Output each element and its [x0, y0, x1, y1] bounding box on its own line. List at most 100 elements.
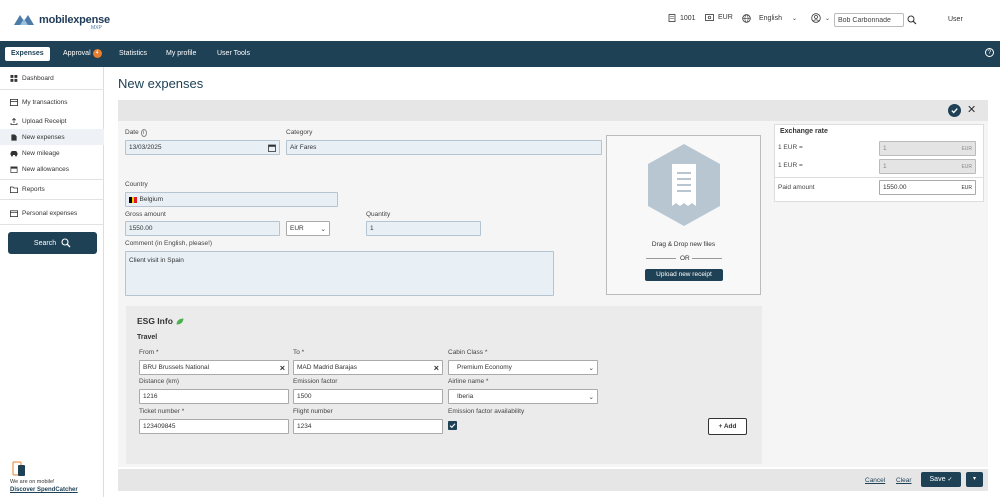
currency-value: EUR [290, 225, 304, 232]
check-icon [951, 108, 958, 114]
promo-link[interactable]: Discover SpendCatcher [10, 487, 78, 493]
save-options-button[interactable]: ▾ [966, 472, 983, 487]
flight-number-label: Flight number [293, 408, 333, 415]
search-icon [61, 238, 71, 248]
sidebar-item-new-allowances[interactable]: New allowances [0, 161, 104, 177]
sidebar-item-upload-receipt[interactable]: Upload Receipt [0, 113, 104, 129]
folder-icon [10, 186, 18, 193]
upload-icon [10, 117, 18, 125]
availability-checkbox[interactable] [448, 421, 457, 430]
from-field[interactable]: BRU Brussels National × [139, 360, 289, 375]
date-field[interactable]: 13/03/2025 [125, 140, 280, 155]
quantity-field[interactable]: 1 [366, 221, 481, 236]
sidebar-item-my-transactions[interactable]: My transactions [0, 94, 104, 110]
info-icon: i [140, 129, 147, 137]
airline-select[interactable]: Iberia ⌄ [448, 389, 598, 404]
rate-row2-field[interactable]: 1 EUR [879, 159, 976, 174]
rate-row1-field[interactable]: 1 EUR [879, 141, 976, 156]
wallet-icon [10, 209, 18, 217]
logo-mark-icon [12, 12, 36, 28]
nav-statistics[interactable]: Statistics [113, 47, 153, 61]
airline-label: Airline name * [448, 378, 489, 385]
to-field[interactable]: MAD Madrid Barajas × [293, 360, 443, 375]
cancel-link[interactable]: Cancel [865, 477, 885, 484]
rate-row1-unit: EUR [961, 145, 972, 152]
sidebar-search-button[interactable]: Search [8, 232, 97, 254]
form-footer [118, 469, 988, 491]
currency-select[interactable]: EUR ⌄ [286, 221, 330, 236]
currency-label: EUR [718, 14, 733, 21]
delegate-user-input[interactable] [834, 13, 904, 27]
or-divider-left [646, 258, 676, 259]
leaf-icon [176, 318, 184, 324]
sidebar-divider [0, 89, 104, 90]
sidebar-item-dashboard[interactable]: Dashboard [0, 70, 104, 86]
company-selector[interactable]: 1001 [668, 14, 696, 22]
nav-expenses[interactable]: Expenses [5, 47, 50, 61]
user-menu[interactable]: User [948, 16, 963, 23]
chevron-down-icon: ⌄ [320, 225, 326, 233]
sidebar-item-label: New mileage [22, 149, 60, 157]
paid-amount-field[interactable]: 1550.00 EUR [879, 180, 976, 195]
language-selector[interactable]: English ⌄ [742, 14, 797, 23]
calendar-icon[interactable] [268, 144, 276, 152]
rate-row2-unit: EUR [961, 163, 972, 170]
rate-row1-value: 1 [883, 145, 887, 152]
phone-icon [12, 461, 26, 479]
category-field[interactable]: Air Fares [286, 140, 602, 155]
esg-title-text: ESG Info [137, 316, 173, 326]
chevron-down-icon: ⌄ [825, 15, 831, 22]
country-label: Country [125, 181, 148, 188]
clear-icon[interactable]: × [280, 363, 285, 373]
ticket-number-field[interactable]: 123409845 [139, 419, 289, 434]
date-value: 13/03/2025 [129, 144, 162, 151]
delegate-avatar[interactable]: ⌄ [811, 13, 830, 23]
document-icon [11, 133, 17, 141]
mobile-promo: We are on mobile! Discover SpendCatcher [10, 479, 78, 493]
add-travel-button[interactable]: + Add [708, 418, 747, 435]
sidebar-item-new-expenses[interactable]: New expenses [0, 129, 104, 145]
currency-selector[interactable]: EUR [705, 14, 733, 21]
chevron-down-icon: ▾ [972, 476, 976, 482]
sidebar-item-new-mileage[interactable]: New mileage [0, 145, 104, 161]
date-label: Date i [125, 129, 147, 137]
comment-textarea[interactable]: Client visit in Spain [125, 251, 554, 296]
quantity-label: Quantity [366, 211, 391, 218]
help-icon[interactable]: ? [985, 48, 994, 57]
to-label: To * [293, 349, 305, 356]
from-value: BRU Brussels National [143, 364, 210, 371]
sidebar-item-reports[interactable]: Reports [0, 181, 104, 197]
building-icon [668, 14, 676, 22]
sidebar-item-label: Reports [22, 185, 45, 193]
distance-label: Distance (km) [139, 378, 180, 385]
emission-factor-field[interactable]: 1500 [293, 389, 443, 404]
nav-approval[interactable]: Approval 4 [57, 47, 108, 61]
drag-drop-text: Drag & Drop new files [651, 241, 716, 248]
save-label: Save [929, 476, 946, 483]
or-text: OR [680, 255, 690, 262]
clear-link[interactable]: Clear [896, 477, 912, 484]
cabin-class-select[interactable]: Premium Economy ⌄ [448, 360, 598, 375]
paid-amount-unit: EUR [961, 184, 972, 191]
sidebar-item-personal-expenses[interactable]: Personal expenses [0, 205, 104, 221]
nav-user-tools[interactable]: User Tools [211, 47, 256, 61]
country-field[interactable]: Belgium [125, 192, 338, 207]
confirm-button[interactable] [948, 104, 961, 117]
sidebar-item-label: Upload Receipt [22, 117, 67, 125]
nav-my-profile[interactable]: My profile [160, 47, 202, 61]
language-label: English [759, 15, 782, 22]
search-icon[interactable] [907, 15, 917, 27]
clear-icon[interactable]: × [434, 363, 439, 373]
flight-number-field[interactable]: 1234 [293, 419, 443, 434]
receipt-icon [648, 144, 720, 228]
save-button[interactable]: Save ✓ [921, 472, 961, 487]
sidebar-item-label: New expenses [22, 133, 65, 141]
ticket-number-label: Ticket number * [139, 408, 185, 415]
upload-receipt-button[interactable]: Upload new receipt [645, 269, 723, 281]
grid-icon [10, 74, 18, 82]
distance-field[interactable]: 1216 [139, 389, 289, 404]
card-icon [10, 98, 18, 106]
close-icon[interactable]: ✕ [967, 103, 976, 116]
sidebar-divider [0, 224, 104, 225]
gross-amount-field[interactable]: 1550.00 [125, 221, 280, 236]
